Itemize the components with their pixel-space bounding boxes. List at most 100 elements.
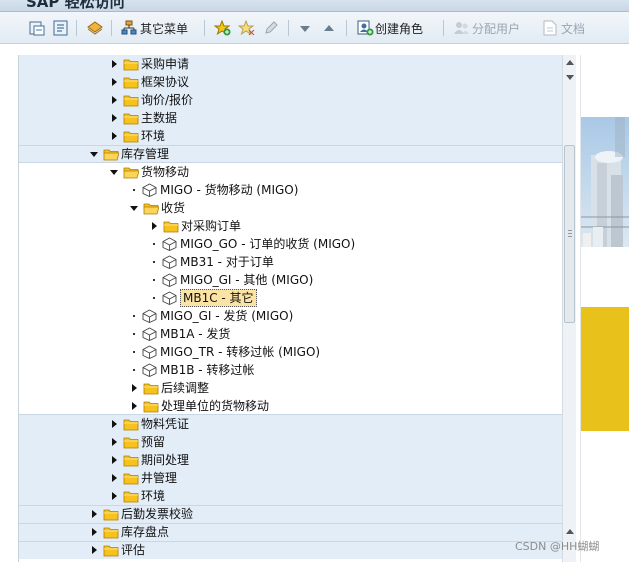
tree-node-label: 库存管理 — [121, 147, 170, 161]
folder-open-icon — [103, 149, 119, 161]
transaction-cube-icon — [142, 309, 157, 323]
folder-icon — [103, 545, 119, 557]
tree-node-label: 库存盘点 — [121, 525, 170, 539]
assign-user-icon — [454, 22, 469, 34]
expand-arrow-icon[interactable] — [112, 96, 117, 104]
tree-folder-node[interactable]: 评估 — [19, 541, 562, 559]
tree-folder-node[interactable]: 后勤发票校验 — [19, 505, 562, 523]
tree-folder-node[interactable]: 环境 — [19, 487, 562, 505]
expand-arrow-icon[interactable] — [132, 384, 137, 392]
folder-icon — [123, 131, 139, 143]
transaction-cube-icon — [142, 183, 157, 197]
expand-arrow-icon[interactable] — [112, 474, 117, 482]
move-down-button[interactable] — [298, 18, 312, 38]
industrial-plant-photo-shapes — [581, 117, 629, 247]
tree-transaction-node[interactable]: MB1A - 发货 — [19, 325, 562, 343]
tree-node-label: MIGO_TR - 转移过帐 (MIGO) — [160, 345, 321, 359]
tree-folder-node[interactable]: 后续调整 — [19, 379, 562, 397]
pencil-icon — [265, 21, 278, 34]
tree-transaction-node[interactable]: MIGO_GI - 其他 (MIGO) — [19, 271, 562, 289]
assign-user-button[interactable]: 分配用户 — [452, 18, 520, 38]
tree-node-label: 处理单位的货物移动 — [161, 399, 270, 413]
tree-node-label: MIGO_GI - 发货 (MIGO) — [160, 309, 294, 323]
tree-transaction-node[interactable]: MB1B - 转移过帐 — [19, 361, 562, 379]
expand-arrow-icon[interactable] — [92, 546, 97, 554]
tree-folder-node[interactable]: 主数据 — [19, 109, 562, 127]
add-to-favorites-button[interactable] — [214, 18, 232, 38]
tree-folder-node[interactable]: 采购申请 — [19, 55, 562, 73]
tree-vertical-scrollbar[interactable] — [562, 55, 576, 562]
tree-node-label: 井管理 — [141, 471, 178, 485]
expand-arrow-icon[interactable] — [112, 60, 117, 68]
expand-arrow-icon[interactable] — [132, 402, 137, 410]
scroll-up-arrow[interactable] — [566, 60, 574, 65]
tree-transaction-node[interactable]: MIGO_GI - 发货 (MIGO) — [19, 307, 562, 325]
grip-icon — [568, 230, 572, 238]
expand-arrow-icon[interactable] — [112, 492, 117, 500]
tree-node-label: MB31 - 对于订单 — [180, 255, 274, 269]
tree-folder-node[interactable]: 对采购订单 — [19, 217, 562, 235]
user-menu-icon — [29, 21, 45, 36]
tree-folder-node[interactable]: 库存盘点 — [19, 523, 562, 541]
transaction-cube-icon — [142, 363, 157, 377]
other-menu-button[interactable]: 其它菜单 — [120, 18, 188, 38]
scroll-down-arrow[interactable] — [566, 75, 574, 80]
expand-arrow-icon[interactable] — [112, 114, 117, 122]
folder-icon — [123, 437, 139, 449]
expand-arrow-icon[interactable] — [112, 456, 117, 464]
expand-arrow-icon[interactable] — [92, 528, 97, 536]
move-up-button[interactable] — [322, 18, 336, 38]
tree-node-label: 货物移动 — [141, 165, 190, 179]
star-add-icon — [214, 19, 231, 36]
documentation-button[interactable]: 文档 — [541, 18, 585, 38]
triangle-down-icon — [300, 26, 310, 32]
folder-open-icon — [123, 167, 139, 179]
tree-folder-node[interactable]: 预留 — [19, 433, 562, 451]
row-divider — [19, 541, 562, 542]
expand-arrow-icon[interactable] — [152, 222, 157, 230]
application-toolbar: 其它菜单 创建角色 分配用户 文档 — [0, 12, 629, 44]
business-workplace-button[interactable] — [85, 18, 105, 38]
transaction-cube-icon — [162, 291, 177, 305]
tree-transaction-node[interactable]: MIGO_GO - 订单的收货 (MIGO) — [19, 235, 562, 253]
tree-folder-node[interactable]: 收货 — [19, 199, 562, 217]
tree-folder-node[interactable]: 井管理 — [19, 469, 562, 487]
collapse-arrow-icon[interactable] — [110, 170, 118, 175]
delete-favorite-button[interactable] — [238, 18, 256, 38]
tree-folder-node[interactable]: 物料凭证 — [19, 415, 562, 433]
tree-folder-node[interactable]: 询价/报价 — [19, 91, 562, 109]
tree-transaction-node[interactable]: MB1C - 其它 — [19, 289, 562, 307]
collapse-arrow-icon[interactable] — [90, 152, 98, 157]
tree-folder-node[interactable]: 货物移动 — [19, 163, 562, 181]
collapse-arrow-icon[interactable] — [130, 206, 138, 211]
tree-transaction-node[interactable]: MB31 - 对于订单 — [19, 253, 562, 271]
expand-arrow-icon[interactable] — [112, 420, 117, 428]
expand-arrow-icon[interactable] — [112, 132, 117, 140]
scroll-up-arrow[interactable] — [566, 529, 574, 534]
scrollbar-thumb[interactable] — [564, 145, 575, 323]
create-role-button[interactable]: 创建角色 — [356, 18, 423, 38]
expand-arrow-icon[interactable] — [112, 438, 117, 446]
change-favorite-button[interactable] — [262, 18, 280, 38]
tree-node-label: 后续调整 — [161, 381, 210, 395]
folder-icon — [103, 509, 119, 521]
tree-folder-node[interactable]: 环境 — [19, 127, 562, 145]
tree-node-label: 后勤发票校验 — [121, 507, 194, 521]
expand-arrow-icon[interactable] — [112, 78, 117, 86]
folder-icon — [103, 527, 119, 539]
tree-transaction-node[interactable]: MIGO_TR - 转移过帐 (MIGO) — [19, 343, 562, 361]
tree-node-label: MIGO_GO - 订单的收货 (MIGO) — [180, 237, 356, 251]
tree-folder-node[interactable]: 处理单位的货物移动 — [19, 397, 562, 415]
tree-folder-node[interactable]: 期间处理 — [19, 451, 562, 469]
tree-folder-node[interactable]: 库存管理 — [19, 145, 562, 163]
menu-tree-icon — [121, 20, 137, 35]
tree-folder-node[interactable]: 框架协议 — [19, 73, 562, 91]
transaction-cube-icon — [162, 237, 177, 251]
favorites-view-button[interactable] — [28, 18, 46, 38]
folder-icon — [123, 59, 139, 71]
sap-menu-button[interactable] — [52, 18, 70, 38]
tree-node-label: 主数据 — [141, 111, 178, 125]
documentation-label: 文档 — [561, 21, 586, 36]
tree-transaction-node[interactable]: MIGO - 货物移动 (MIGO) — [19, 181, 562, 199]
expand-arrow-icon[interactable] — [92, 510, 97, 518]
